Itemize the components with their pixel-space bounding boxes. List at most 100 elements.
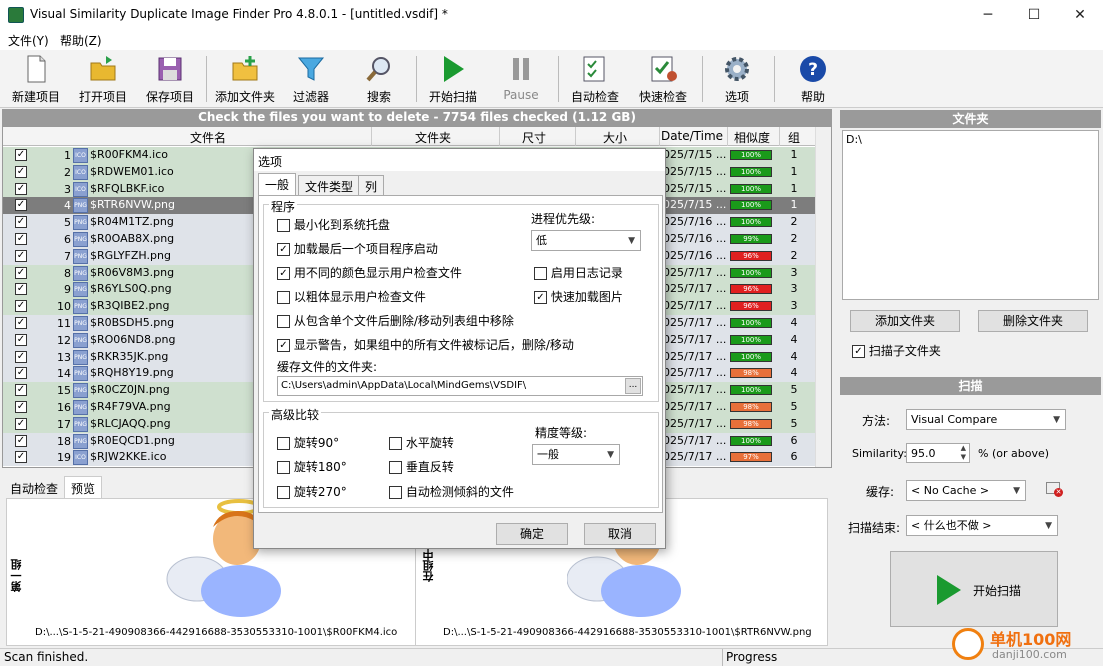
tab-preview[interactable]: 预览	[64, 476, 103, 500]
rotate270-check[interactable]	[277, 486, 290, 499]
rotate270-option[interactable]: 旋转270°	[277, 483, 347, 500]
tab-auto-check[interactable]: 自动检查	[6, 478, 62, 499]
folder-list[interactable]: D:\	[842, 130, 1099, 300]
cancel-button[interactable]: 取消	[584, 523, 656, 545]
row-checkbox[interactable]: ✓	[15, 266, 27, 279]
row-checkbox[interactable]: ✓	[15, 199, 27, 212]
pause-button[interactable]: Pause	[498, 52, 544, 106]
fast-load-check[interactable]: ✓	[534, 291, 547, 304]
row-checkbox[interactable]: ✓	[15, 165, 27, 178]
menu-help[interactable]: 帮助(Z)	[60, 32, 102, 49]
options-button[interactable]: 选项	[714, 52, 760, 106]
vflip-check[interactable]	[389, 461, 402, 474]
filter-button[interactable]: 过滤器	[288, 52, 334, 106]
rotate90-option[interactable]: 旋转90°	[277, 434, 339, 451]
priority-select[interactable]: 低 ▼	[531, 230, 641, 251]
quick-check-button[interactable]: 快速检查	[634, 52, 692, 106]
enable-log-option[interactable]: 启用日志记录	[534, 264, 623, 281]
row-checkbox[interactable]: ✓	[15, 249, 27, 262]
group-number: 2	[790, 232, 798, 245]
tab-columns[interactable]: 列	[358, 175, 385, 195]
program-option[interactable]: ✓ 加载最后一个项目程序启动	[277, 240, 438, 257]
row-checkbox[interactable]: ✓	[15, 182, 27, 195]
row-checkbox[interactable]: ✓	[15, 283, 27, 296]
scan-subfolders-checkbox[interactable]: ✓ 扫描子文件夹	[852, 342, 941, 359]
row-checkbox[interactable]: ✓	[15, 233, 27, 245]
vflip-option[interactable]: 垂直反转	[389, 458, 454, 475]
row-checkbox[interactable]: ✓	[15, 300, 27, 313]
minimize-button[interactable]: ─	[965, 0, 1011, 30]
row-checkbox[interactable]: ✓	[15, 216, 27, 229]
help-button[interactable]: ? 帮助	[790, 52, 836, 106]
similarity-bar: 100%	[730, 217, 772, 228]
auto-check-button[interactable]: 自动检查	[566, 52, 624, 106]
folder-item[interactable]: D:\	[846, 133, 1095, 146]
program-option[interactable]: 最小化到系统托盘	[277, 216, 390, 233]
row-checkbox[interactable]: ✓	[15, 401, 27, 413]
program-option[interactable]: ✓ 显示警告，如果组中的所有文件被标记后，删除/移动	[277, 336, 574, 353]
row-checkbox[interactable]: ✓	[15, 149, 27, 161]
row-checkbox[interactable]: ✓	[15, 384, 27, 397]
tab-file-types[interactable]: 文件类型	[298, 175, 361, 195]
rotate180-option[interactable]: 旋转180°	[277, 458, 347, 475]
col-group[interactable]: 组	[779, 129, 809, 146]
add-folder-button[interactable]: 添加文件夹	[212, 52, 278, 106]
col-datetime[interactable]: Date/Time	[659, 129, 725, 143]
rotate90-check[interactable]	[277, 437, 290, 450]
cache-folder-input[interactable]: C:\Users\admin\AppData\Local\MindGems\VS…	[277, 376, 643, 396]
row-checkbox[interactable]: ✓	[15, 317, 27, 329]
program-option-check[interactable]	[277, 291, 290, 304]
open-project-button[interactable]: 打开项目	[74, 52, 132, 106]
program-option-check[interactable]	[277, 219, 290, 232]
col-similarity[interactable]: 相似度	[727, 129, 777, 146]
close-button[interactable]: ✕	[1057, 0, 1103, 30]
row-checkbox[interactable]: ✓	[15, 333, 27, 346]
group-number: 4	[790, 349, 798, 363]
start-scan-panel-button[interactable]: 开始扫描	[890, 551, 1058, 627]
row-checkbox[interactable]: ✓	[15, 434, 27, 447]
row-checkbox[interactable]: ✓	[15, 417, 27, 430]
ok-button[interactable]: 确定	[496, 523, 568, 545]
search-button[interactable]: 搜索	[356, 52, 402, 106]
program-option-check[interactable]	[277, 315, 290, 328]
row-checkbox[interactable]: ✓	[15, 451, 27, 464]
save-project-button[interactable]: 保存项目	[142, 52, 198, 106]
stepper-icon[interactable]: ▲ ▼	[961, 444, 966, 462]
scan-subfolders-check[interactable]: ✓	[852, 345, 865, 358]
col-filename[interactable]: 文件名	[123, 129, 293, 146]
maximize-button[interactable]: ☐	[1011, 0, 1057, 30]
col-dimensions[interactable]: 尺寸	[499, 129, 569, 146]
new-project-button[interactable]: 新建项目	[8, 52, 64, 106]
group-number: 3	[790, 282, 798, 296]
auto-tilt-option[interactable]: 自动检测倾斜的文件	[389, 483, 514, 500]
program-option-check[interactable]: ✓	[277, 339, 290, 352]
col-folder[interactable]: 文件夹	[373, 129, 493, 146]
similarity-input[interactable]: 95.0 ▲ ▼	[906, 443, 970, 463]
program-option[interactable]: 以粗体显示用户检查文件	[277, 288, 426, 305]
program-option[interactable]: ✓ 用不同的颜色显示用户检查文件	[277, 264, 462, 281]
tab-general[interactable]: 一般	[258, 173, 297, 196]
col-size[interactable]: 大小	[575, 129, 655, 146]
cache-select[interactable]: < No Cache > ▼	[906, 480, 1026, 501]
rotate180-check[interactable]	[277, 461, 290, 474]
row-checkbox[interactable]: ✓	[15, 367, 27, 380]
program-option-check[interactable]: ✓	[277, 243, 290, 256]
menu-file[interactable]: 文件(Y)	[8, 32, 49, 49]
table-scrollbar[interactable]	[815, 127, 831, 467]
program-option[interactable]: 从包含单个文件后删除/移动列表组中移除	[277, 312, 514, 329]
method-select[interactable]: Visual Compare ▼	[906, 409, 1066, 430]
fast-load-option[interactable]: ✓ 快速加载图片	[534, 288, 623, 305]
enable-log-check[interactable]	[534, 267, 547, 280]
clear-cache-icon[interactable]: ✕	[1046, 482, 1063, 497]
start-scan-button[interactable]: 开始扫描	[424, 52, 482, 106]
hflip-option[interactable]: 水平旋转	[389, 434, 454, 451]
hflip-check[interactable]	[389, 437, 402, 450]
scan-end-select[interactable]: < 什么也不做 > ▼	[906, 515, 1058, 536]
row-checkbox[interactable]: ✓	[15, 350, 27, 363]
remove-folder-button[interactable]: 删除文件夹	[978, 310, 1088, 332]
browse-button[interactable]: ...	[625, 378, 641, 394]
precision-select[interactable]: 一般 ▼	[532, 444, 620, 465]
auto-tilt-check[interactable]	[389, 486, 402, 499]
program-option-check[interactable]: ✓	[277, 267, 290, 280]
add-folder-panel-button[interactable]: 添加文件夹	[850, 310, 960, 332]
